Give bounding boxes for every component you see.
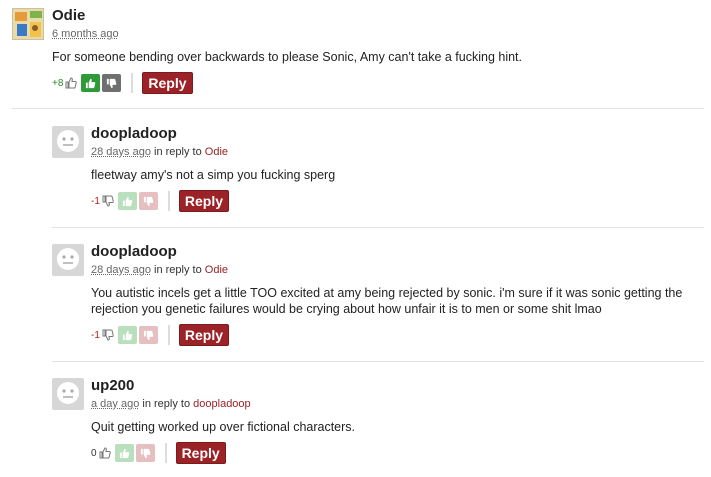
thumbs-down-icon	[102, 329, 114, 341]
comment-meta: 28 days ago in reply to Odie	[91, 146, 228, 158]
vote-score: -1	[91, 329, 100, 341]
default-avatar-icon	[57, 248, 79, 270]
downvote-button[interactable]	[138, 192, 158, 210]
thumbs-down-icon	[140, 448, 150, 458]
divider	[164, 443, 167, 463]
thumbs-up-icon	[122, 196, 133, 206]
vote-score: 0	[91, 447, 97, 459]
comment-actions: -1 Reply	[91, 190, 230, 212]
comment-actions: +8 Reply	[52, 72, 193, 94]
reply-button[interactable]: Reply	[142, 72, 193, 94]
comment-timestamp[interactable]: 28 days ago	[91, 146, 151, 158]
thumbs-up-icon	[122, 330, 133, 340]
default-avatar-icon	[57, 130, 79, 152]
comment-divider	[52, 227, 704, 228]
comment-body: For someone bending over backwards to pl…	[52, 50, 523, 64]
reply-button[interactable]: Reply	[178, 190, 230, 212]
avatar[interactable]	[52, 244, 84, 276]
thumbs-down-icon	[102, 195, 114, 207]
comment-author[interactable]: up200	[91, 377, 134, 394]
reply-to-link[interactable]: Odie	[205, 264, 228, 276]
vote-score: +8	[52, 77, 64, 89]
comment-author[interactable]: doopladoop	[91, 243, 177, 260]
in-reply-to-label: in reply to	[142, 398, 191, 410]
divider	[167, 325, 170, 345]
comment-timestamp[interactable]: a day ago	[91, 398, 139, 410]
comment-body: fleetway amy's not a simp you fucking sp…	[91, 168, 336, 182]
comment-body: Quit getting worked up over fictional ch…	[91, 420, 356, 434]
comment-divider	[52, 361, 704, 362]
comment-meta: 28 days ago in reply to Odie	[91, 264, 228, 276]
comment-meta: 6 months ago	[52, 28, 119, 40]
comment-author[interactable]: doopladoop	[91, 125, 177, 142]
comment-body: You autistic incels get a little TOO exc…	[91, 286, 683, 316]
divider	[167, 191, 170, 211]
reply-to-link[interactable]: Odie	[205, 146, 228, 158]
comment-divider	[12, 108, 704, 109]
comment-author[interactable]: Odie	[52, 7, 85, 24]
comment-actions: -1 Reply	[91, 324, 230, 346]
in-reply-to-label: in reply to	[154, 146, 202, 158]
thumbs-up-icon	[99, 447, 111, 459]
avatar[interactable]	[12, 8, 44, 40]
comment-actions: 0 Reply	[91, 442, 226, 464]
reply-button[interactable]: Reply	[175, 442, 226, 464]
reply-to-link[interactable]: doopladoop	[193, 398, 251, 410]
reply-button[interactable]: Reply	[178, 324, 230, 346]
thumbs-up-icon	[86, 78, 96, 88]
thumbs-up-icon	[119, 448, 129, 458]
upvote-button[interactable]	[114, 444, 134, 462]
comment-meta: a day ago in reply to doopladoop	[91, 398, 251, 410]
downvote-button[interactable]	[138, 326, 158, 344]
upvote-button[interactable]	[117, 192, 137, 210]
upvote-button[interactable]	[117, 326, 137, 344]
thumbs-down-icon	[107, 78, 117, 88]
downvote-button[interactable]	[135, 444, 155, 462]
comment-timestamp[interactable]: 28 days ago	[91, 264, 151, 276]
avatar[interactable]	[52, 378, 84, 410]
in-reply-to-label: in reply to	[154, 264, 202, 276]
thumbs-down-icon	[143, 196, 154, 206]
default-avatar-icon	[57, 382, 79, 404]
thumbs-up-icon	[65, 77, 78, 89]
odie-avatar-icon	[13, 9, 43, 39]
thumbs-down-icon	[143, 330, 154, 340]
comment-timestamp[interactable]: 6 months ago	[52, 28, 119, 40]
vote-score: -1	[91, 195, 100, 207]
downvote-button[interactable]	[102, 74, 122, 92]
divider	[131, 73, 134, 93]
avatar[interactable]	[52, 126, 84, 158]
upvote-button[interactable]	[81, 74, 101, 92]
